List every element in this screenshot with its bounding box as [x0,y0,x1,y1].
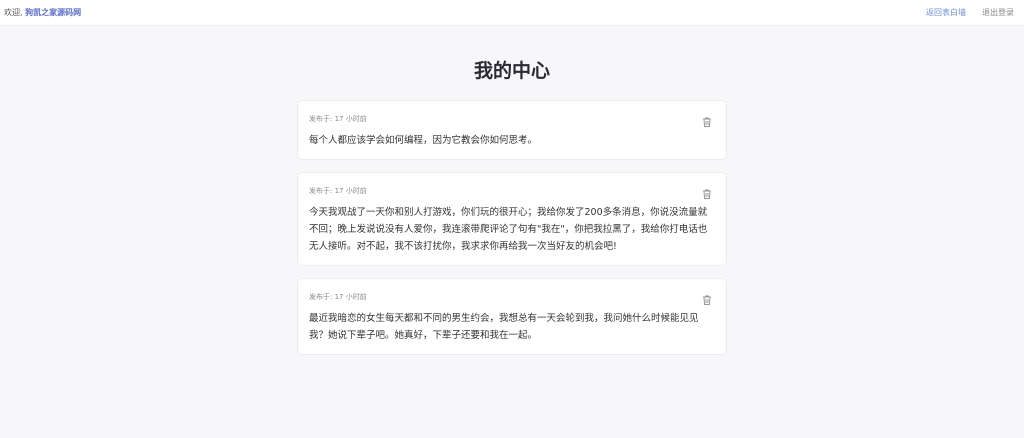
back-to-wall-link[interactable]: 返回表白墙 [926,7,966,18]
post-card: 发布于: 17 小时前 今天我观战了一天你和别人打游戏，你们玩的很开心；我给你发… [297,172,727,266]
post-card: 发布于: 17 小时前 每个人都应该学会如何编程，因为它教会你如何思考。 [297,100,727,160]
post-time: 发布于: 17 小时前 [309,187,367,195]
post-content: 每个人都应该学会如何编程，因为它教会你如何思考。 [309,135,538,146]
trash-icon[interactable] [701,185,713,199]
welcome-message: 欢迎, 狗凯之家源码网 [4,7,81,18]
trash-icon[interactable] [701,291,713,305]
post-content: 最近我暗恋的女生每天都和不同的男生约会，我想总有一天会轮到我，我问她什么时候能见… [309,313,699,341]
welcome-prefix: 欢迎, [4,8,23,17]
post-card: 发布于: 17 小时前 最近我暗恋的女生每天都和不同的男生约会，我想总有一天会轮… [297,278,727,355]
top-nav: 返回表白墙 退出登录 [926,7,1014,18]
username: 狗凯之家源码网 [25,8,82,17]
post-list: 发布于: 17 小时前 每个人都应该学会如何编程，因为它教会你如何思考。 发布于… [297,100,727,355]
trash-icon[interactable] [701,113,713,127]
logout-link[interactable]: 退出登录 [982,7,1014,18]
post-time: 发布于: 17 小时前 [309,293,367,301]
page-title: 我的中心 [473,60,550,82]
top-bar: 欢迎, 狗凯之家源码网 返回表白墙 退出登录 [0,0,1024,26]
post-content: 今天我观战了一天你和别人打游戏，你们玩的很开心；我给你发了200多条消息，你说没… [309,207,708,252]
post-time: 发布于: 17 小时前 [309,115,367,123]
